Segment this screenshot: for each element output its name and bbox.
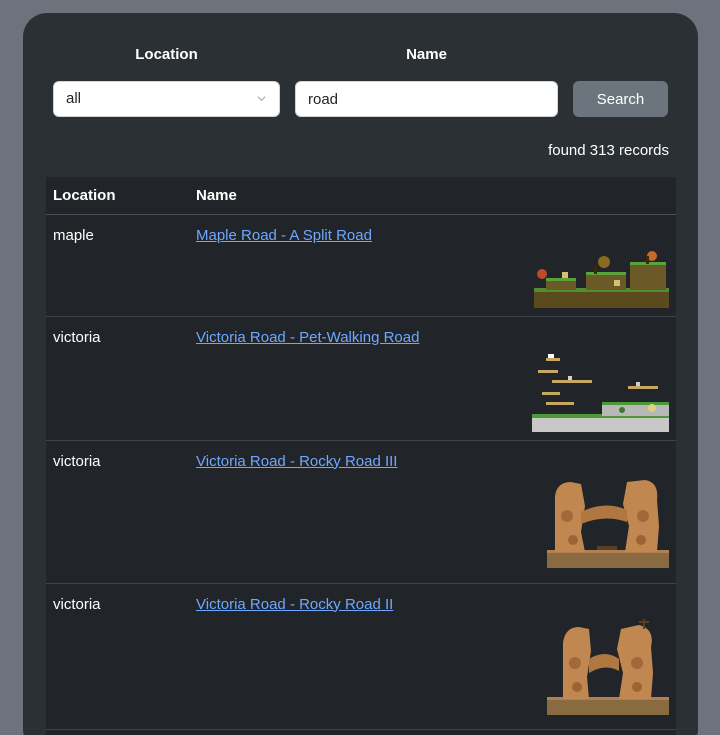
results-table: Location Name maple Maple Road - A Split…: [46, 177, 676, 735]
map-link[interactable]: Victoria Road - Rocky Road II: [196, 596, 393, 613]
table-row: victoria Victoria Road - Rocky Road III: [46, 440, 676, 584]
table-row: [46, 729, 676, 735]
location-label: Location: [135, 46, 198, 63]
name-label: Name: [406, 46, 447, 63]
row-location: victoria: [46, 583, 189, 730]
map-link[interactable]: Maple Road - A Split Road: [196, 227, 372, 244]
row-location: maple: [46, 214, 189, 317]
record-count: found 313 records: [548, 142, 669, 159]
platform-map-thumbnail[interactable]: [532, 352, 669, 432]
name-search-input[interactable]: [295, 81, 558, 117]
table-row: maple Maple Road - A Split Road: [46, 214, 676, 317]
map-link[interactable]: Victoria Road - Rocky Road III: [196, 453, 397, 470]
table-row: victoria Victoria Road - Pet-Walking Roa…: [46, 316, 676, 441]
search-panel: Location Name all Search found 313 recor…: [23, 13, 698, 735]
chevron-down-icon: [257, 96, 266, 102]
table-row: victoria Victoria Road - Rocky Road II: [46, 583, 676, 730]
rock-arch-map-thumbnail[interactable]: [547, 618, 669, 715]
location-select-value: all: [66, 90, 82, 107]
column-header-location: Location: [46, 177, 189, 215]
table-header-row: Location Name: [46, 177, 676, 215]
grassy-map-thumbnail[interactable]: [534, 250, 669, 308]
location-select[interactable]: all: [53, 81, 280, 117]
row-location: victoria: [46, 316, 189, 441]
column-header-name: Name: [189, 177, 676, 215]
search-button[interactable]: Search: [573, 81, 668, 117]
row-location: victoria: [46, 440, 189, 584]
map-link[interactable]: Victoria Road - Pet-Walking Road: [196, 329, 419, 346]
rock-arch-map-thumbnail[interactable]: [547, 476, 669, 568]
